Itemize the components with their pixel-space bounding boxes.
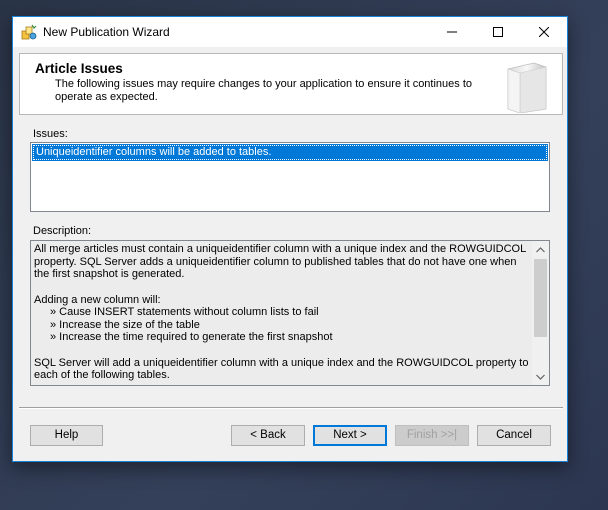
issues-label: Issues: <box>33 128 68 140</box>
description-text: All merge articles must contain a unique… <box>34 243 530 382</box>
list-item[interactable]: Uniqueidentifier columns will be added t… <box>32 144 548 161</box>
description-bullet: » Increase the size of the table <box>50 318 200 331</box>
page-subtitle: The following issues may require changes… <box>55 78 473 103</box>
database-graphic-icon <box>500 59 552 114</box>
wizard-window: New Publication Wizard Article Issues Th… <box>12 16 568 462</box>
description-bullet: » Cause INSERT statements without column… <box>50 306 319 318</box>
finish-button[interactable]: Finish >>| <box>395 425 469 446</box>
scroll-down-button[interactable] <box>532 368 549 385</box>
close-button[interactable] <box>521 17 567 47</box>
next-button[interactable]: Next > <box>313 425 387 446</box>
window-title: New Publication Wizard <box>43 25 170 39</box>
description-para3: SQL Server will add a uniqueidentifier c… <box>34 356 529 382</box>
page-title: Article Issues <box>35 61 123 76</box>
description-para1: All merge articles must contain a unique… <box>34 243 526 280</box>
scroll-up-button[interactable] <box>532 241 549 258</box>
scroll-thumb[interactable] <box>534 259 547 337</box>
back-button[interactable]: < Back <box>231 425 305 446</box>
minimize-icon <box>447 31 457 33</box>
cancel-button[interactable]: Cancel <box>477 425 551 446</box>
minimize-button[interactable] <box>429 17 475 47</box>
wizard-header: Article Issues The following issues may … <box>19 53 563 115</box>
chevron-up-icon <box>536 246 545 252</box>
title-bar[interactable]: New Publication Wizard <box>13 17 567 47</box>
help-button[interactable]: Help <box>30 425 103 446</box>
maximize-icon <box>493 27 503 37</box>
description-scrollbar[interactable] <box>532 241 549 385</box>
close-icon <box>539 27 549 37</box>
description-textbox[interactable]: All merge articles must contain a unique… <box>30 240 550 386</box>
button-divider <box>19 407 563 409</box>
description-para2: Adding a new column will: <box>34 293 161 306</box>
description-bullet: » Increase the time required to generate… <box>50 331 333 343</box>
issues-list[interactable]: Uniqueidentifier columns will be added t… <box>30 142 550 212</box>
maximize-button[interactable] <box>475 17 521 47</box>
chevron-down-icon <box>536 374 545 380</box>
description-label: Description: <box>33 225 92 237</box>
wizard-icon <box>21 24 37 40</box>
